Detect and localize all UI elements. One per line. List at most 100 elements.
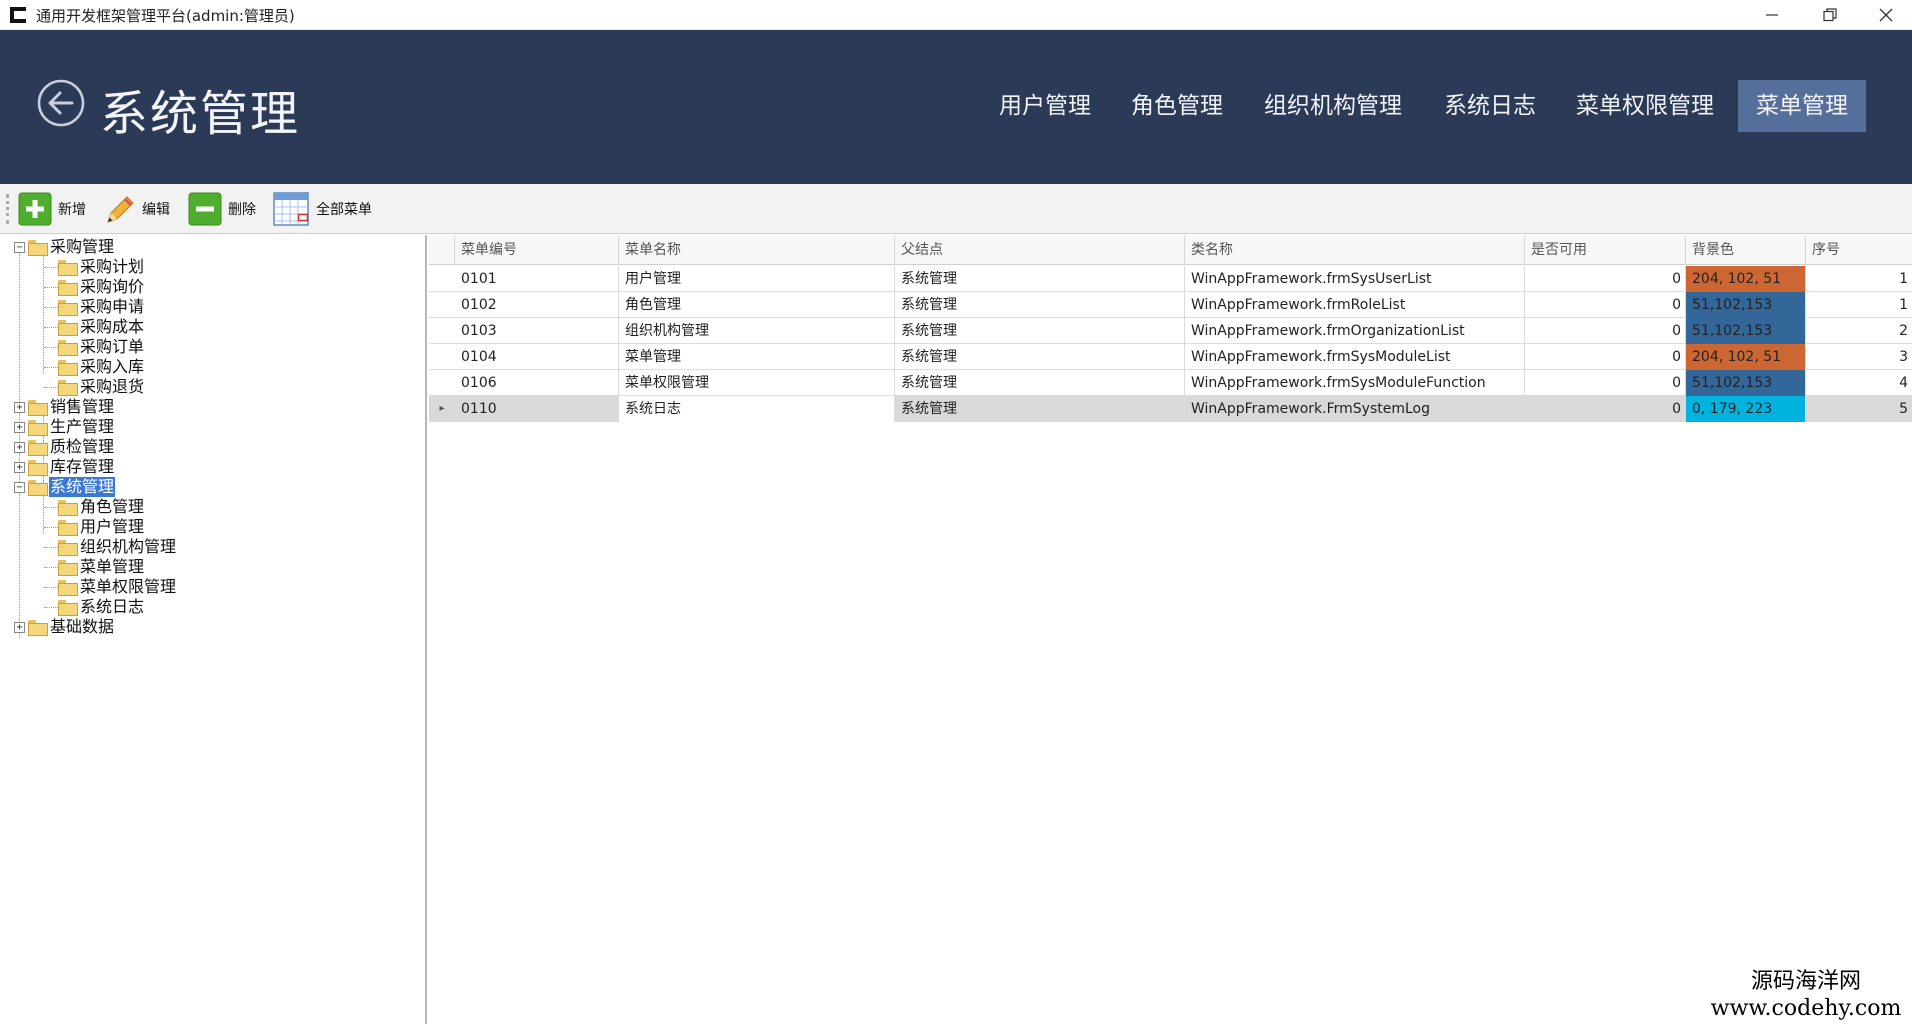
- tab-menu-permission-management[interactable]: 菜单权限管理: [1558, 80, 1732, 132]
- tree-node-system[interactable]: − 系统管理: [14, 477, 116, 497]
- tree-node-purchase-order[interactable]: 采购订单: [58, 337, 145, 357]
- tree-node-sales[interactable]: + 销售管理: [14, 397, 115, 417]
- tree-node-purchase-inbound[interactable]: 采购入库: [58, 357, 145, 377]
- cell-menu-name: 菜单管理: [619, 344, 895, 370]
- column-header-menu-name[interactable]: 菜单名称: [619, 235, 895, 265]
- tree-node-purchase-cost[interactable]: 采购成本: [58, 317, 145, 337]
- menu-tree: − 采购管理 采购计划 采购询价 采购申请 采购成本 采购订单 采购入库 采购退…: [0, 235, 427, 1024]
- collapse-icon[interactable]: −: [14, 481, 25, 493]
- column-header-menu-code[interactable]: 菜单编号: [455, 235, 619, 265]
- tree-branch: [44, 307, 58, 308]
- tree-node-purchase[interactable]: − 采购管理: [14, 237, 115, 257]
- column-header-enabled[interactable]: 是否可用: [1525, 235, 1686, 265]
- folder-icon: [58, 300, 78, 316]
- toolbar-grip[interactable]: [6, 194, 9, 224]
- expand-icon[interactable]: +: [14, 401, 25, 413]
- folder-icon: [58, 540, 78, 556]
- tree-node-label: 系统日志: [80, 597, 145, 616]
- app-logo-icon: [10, 7, 26, 23]
- row-indicator: [429, 266, 455, 292]
- cell-bg-color: 51,102,153: [1686, 370, 1806, 396]
- tab-role-management[interactable]: 角色管理: [1113, 80, 1241, 132]
- tree-node-label: 采购退货: [80, 377, 145, 396]
- table-row[interactable]: 0101 用户管理 系统管理 WinAppFramework.frmSysUse…: [429, 266, 1912, 292]
- tree-branch: [44, 387, 58, 388]
- table-row[interactable]: 0102 角色管理 系统管理 WinAppFramework.frmRoleLi…: [429, 292, 1912, 318]
- tree-node-user-management[interactable]: 用户管理: [58, 517, 145, 537]
- tree-node-label: 生产管理: [50, 417, 115, 436]
- table-row[interactable]: 0106 菜单权限管理 系统管理 WinAppFramework.frmSysM…: [429, 370, 1912, 396]
- tree-node-basic-data[interactable]: + 基础数据: [14, 617, 115, 637]
- tree-node-role-management[interactable]: 角色管理: [58, 497, 145, 517]
- tree-node-menu-management[interactable]: 菜单管理: [58, 557, 145, 577]
- delete-button-label: 删除: [228, 202, 256, 218]
- cell-menu-code: 0101: [455, 266, 619, 292]
- tree-node-inventory[interactable]: + 库存管理: [14, 457, 115, 477]
- tree-node-label: 组织机构管理: [80, 537, 177, 556]
- tree-branch: [44, 287, 58, 288]
- cell-menu-name: 用户管理: [619, 266, 895, 292]
- folder-icon: [58, 500, 78, 516]
- tree-node-purchase-request[interactable]: 采购申请: [58, 297, 145, 317]
- cell-enabled: 0: [1525, 266, 1686, 292]
- tree-node-menu-permission-management[interactable]: 菜单权限管理: [58, 577, 177, 597]
- minimize-icon[interactable]: [1744, 0, 1800, 30]
- tree-node-purchase-plan[interactable]: 采购计划: [58, 257, 145, 277]
- edit-button-label: 编辑: [142, 202, 170, 218]
- close-icon[interactable]: [1858, 0, 1912, 30]
- folder-icon: [28, 440, 48, 456]
- tree-node-system-log[interactable]: 系统日志: [58, 597, 145, 617]
- tree-node-organization-management[interactable]: 组织机构管理: [58, 537, 177, 557]
- cell-bg-color: 51,102,153: [1686, 318, 1806, 344]
- tree-node-purchase-return[interactable]: 采购退货: [58, 377, 145, 397]
- cell-order: 2: [1899, 323, 1908, 339]
- tree-node-label: 采购计划: [80, 257, 145, 276]
- tab-organization-management[interactable]: 组织机构管理: [1246, 80, 1420, 132]
- tab-menu-management[interactable]: 菜单管理: [1738, 80, 1866, 132]
- tree-node-production[interactable]: + 生产管理: [14, 417, 115, 437]
- add-button[interactable]: 新增: [18, 191, 86, 227]
- folder-icon: [58, 380, 78, 396]
- tab-user-management[interactable]: 用户管理: [981, 80, 1109, 132]
- tree-node-label: 库存管理: [50, 457, 115, 476]
- all-menus-button-label: 全部菜单: [316, 202, 372, 218]
- table-row[interactable]: 0104 菜单管理 系统管理 WinAppFramework.frmSysMod…: [429, 344, 1912, 370]
- row-indicator: [429, 370, 455, 396]
- maximize-icon[interactable]: [1802, 0, 1858, 30]
- cell-enabled: 0: [1525, 370, 1686, 396]
- cell-order: 1: [1899, 271, 1908, 287]
- expand-icon[interactable]: +: [14, 441, 25, 453]
- cell-order: 1: [1899, 297, 1908, 313]
- table-row-current[interactable]: ▸ 0110 系统日志 系统管理 WinAppFramework.FrmSyst…: [429, 396, 1912, 422]
- cell-enabled: 0: [1525, 344, 1686, 370]
- cell-order: 4: [1899, 375, 1908, 391]
- current-row-arrow-icon: ▸: [439, 403, 445, 414]
- folder-icon: [28, 480, 48, 496]
- column-header-order[interactable]: 序号: [1806, 235, 1912, 265]
- collapse-icon[interactable]: −: [14, 241, 25, 253]
- column-header-bg-color[interactable]: 背景色: [1686, 235, 1806, 265]
- window-title-bar: 通用开发框架管理平台(admin:管理员): [0, 0, 1912, 30]
- delete-button[interactable]: 删除: [188, 191, 256, 227]
- tree-node-purchase-inquiry[interactable]: 采购询价: [58, 277, 145, 297]
- folder-icon: [58, 520, 78, 536]
- expand-icon[interactable]: +: [14, 621, 25, 633]
- tab-system-log[interactable]: 系统日志: [1426, 80, 1554, 132]
- cell-class-name: WinAppFramework.frmOrganizationList: [1185, 318, 1525, 344]
- folder-icon: [58, 280, 78, 296]
- expand-icon[interactable]: +: [14, 461, 25, 473]
- all-menus-button[interactable]: 全部菜单: [272, 191, 372, 227]
- back-arrow-icon[interactable]: [36, 78, 86, 128]
- cell-parent: 系统管理: [895, 344, 1185, 370]
- calendar-grid-icon: [273, 192, 309, 226]
- expand-icon[interactable]: +: [14, 421, 25, 433]
- tree-node-label: 销售管理: [50, 397, 115, 416]
- column-header-class-name[interactable]: 类名称: [1185, 235, 1525, 265]
- column-header-parent[interactable]: 父结点: [895, 235, 1185, 265]
- table-row[interactable]: 0103 组织机构管理 系统管理 WinAppFramework.frmOrga…: [429, 318, 1912, 344]
- cell-class-name: WinAppFramework.frmSysModuleList: [1185, 344, 1525, 370]
- minus-icon: [188, 192, 222, 226]
- edit-button[interactable]: 编辑: [102, 191, 170, 227]
- tree-node-quality[interactable]: + 质检管理: [14, 437, 115, 457]
- folder-icon: [28, 400, 48, 416]
